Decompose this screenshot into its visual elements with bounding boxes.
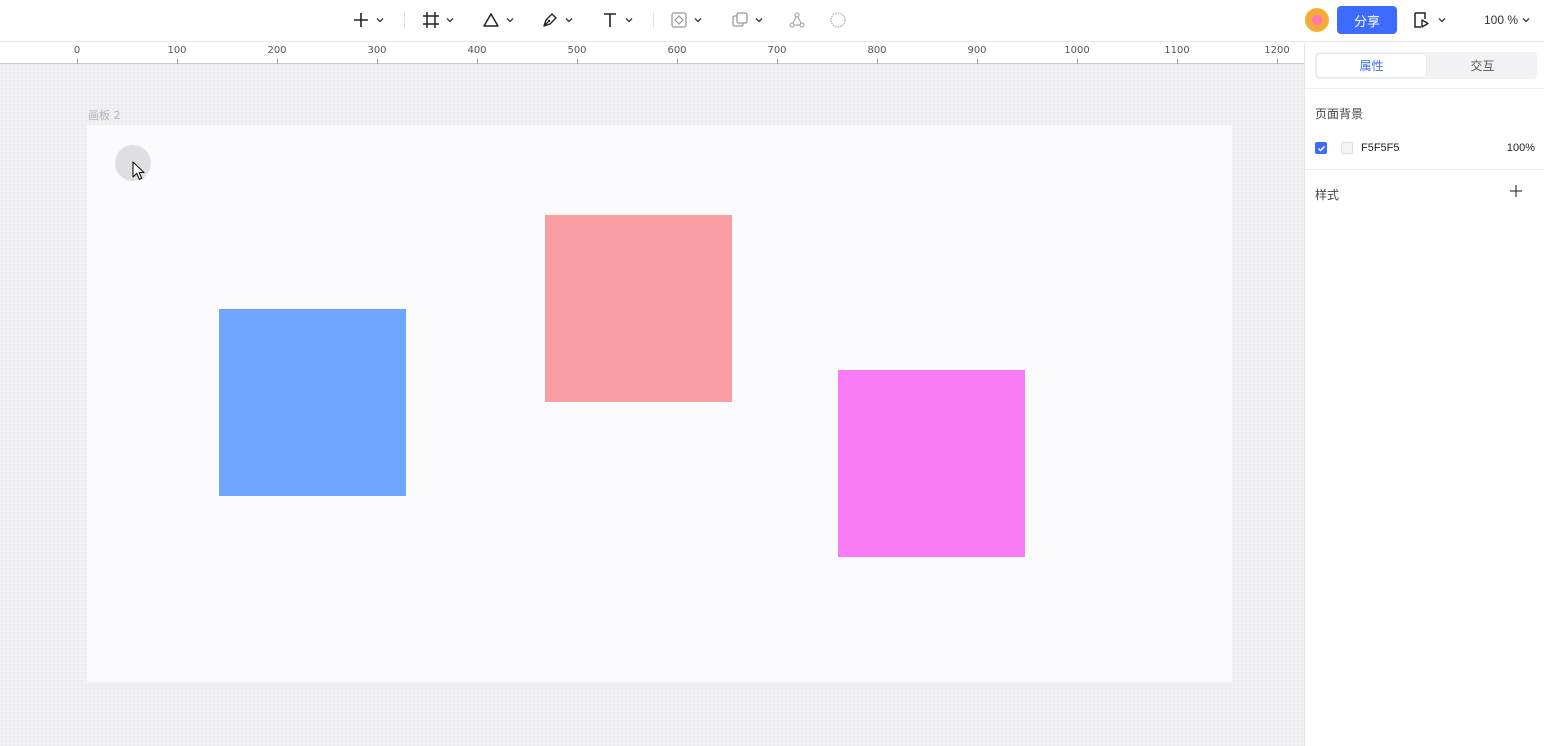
ruler-label: 900 <box>967 45 987 56</box>
tab-properties[interactable]: 属性 <box>1316 53 1427 78</box>
triangle-icon <box>483 13 499 27</box>
avatar[interactable] <box>1305 8 1329 32</box>
mouse-cursor-icon <box>132 161 145 180</box>
canvas-area[interactable]: 0 100 200 300 400 500 600 700 800 900 10… <box>0 43 1304 746</box>
chevron-down-icon <box>625 18 633 23</box>
ruler-label: 1200 <box>1264 45 1290 56</box>
panel-tabs: 属性 交互 <box>1315 52 1537 79</box>
boolean-icon <box>732 12 748 27</box>
pen-tool-button[interactable] <box>541 6 573 34</box>
background-hex-value[interactable]: F5F5F5 <box>1361 142 1461 154</box>
component-tool-button[interactable] <box>670 6 702 34</box>
ruler-tick: 200 <box>267 43 287 64</box>
add-style-plus-icon[interactable] <box>1508 183 1524 199</box>
mask-tool-button[interactable] <box>829 6 847 34</box>
magenta-rectangle[interactable] <box>838 370 1025 557</box>
ruler-label: 400 <box>467 45 487 56</box>
zoom-dropdown[interactable]: 100 % <box>1484 6 1530 34</box>
artboard-label[interactable]: 画板 2 <box>88 107 121 123</box>
text-icon <box>604 13 616 27</box>
style-section-title: 样式 <box>1315 188 1340 202</box>
ruler-tick: 900 <box>967 43 987 64</box>
ruler-tick: 400 <box>467 43 487 64</box>
ruler-label: 800 <box>867 45 887 56</box>
chevron-down-icon <box>1522 18 1530 23</box>
ruler-label: 1100 <box>1164 45 1190 56</box>
ruler-tick: 100 <box>167 43 187 64</box>
chevron-down-icon <box>755 18 763 23</box>
ruler-label: 0 <box>73 45 81 56</box>
chevron-down-icon <box>565 18 573 23</box>
properties-panel: 属性 交互 页面背景 F5F5F5 100% 样式 <box>1304 43 1544 746</box>
background-checkbox[interactable] <box>1315 142 1327 154</box>
ruler-tick: 500 <box>567 43 587 64</box>
chevron-down-icon <box>506 18 514 23</box>
ruler-tick: 1200 <box>1264 43 1290 64</box>
panel-divider <box>1305 169 1544 170</box>
design-editor: 分享 100 % 0 100 200 300 400 500 600 700 8… <box>0 0 1544 746</box>
plus-icon <box>354 13 368 27</box>
ruler-label: 1000 <box>1064 45 1090 56</box>
tab-interaction[interactable]: 交互 <box>1428 52 1537 79</box>
ruler-label: 700 <box>767 45 787 56</box>
check-icon <box>1317 145 1325 152</box>
ruler-tick: 0 <box>74 43 80 64</box>
pen-icon <box>543 13 557 27</box>
text-tool-button[interactable] <box>601 6 633 34</box>
chevron-down-icon <box>376 18 384 23</box>
toolbar-divider <box>404 12 405 28</box>
nodes-icon <box>789 12 805 28</box>
background-opacity-value[interactable]: 100% <box>1507 142 1535 154</box>
ruler-tick: 300 <box>367 43 387 64</box>
toolbar-divider <box>653 12 654 28</box>
ruler-label: 300 <box>367 45 387 56</box>
artboard[interactable] <box>87 125 1232 682</box>
preview-button[interactable] <box>1412 6 1446 34</box>
red-rectangle[interactable] <box>545 215 732 402</box>
ruler-label: 200 <box>267 45 287 56</box>
frame-icon <box>423 12 439 28</box>
ruler-tick: 700 <box>767 43 787 64</box>
ruler-tick: 800 <box>867 43 887 64</box>
shape-tool-button[interactable] <box>482 6 514 34</box>
page-background-title: 页面背景 <box>1315 107 1364 121</box>
blue-rectangle[interactable] <box>219 309 406 496</box>
panel-divider <box>1305 88 1544 89</box>
ruler-tick: 1100 <box>1164 43 1190 64</box>
ruler-tick: 1000 <box>1064 43 1090 64</box>
ruler-label: 600 <box>667 45 687 56</box>
boolean-tool-button[interactable] <box>731 6 763 34</box>
chevron-down-icon <box>1438 18 1446 23</box>
circle-icon <box>830 12 846 28</box>
ruler-label: 100 <box>167 45 187 56</box>
chevron-down-icon <box>694 18 702 23</box>
chevron-down-icon <box>446 18 454 23</box>
top-toolbar: 分享 100 % <box>0 0 1544 42</box>
play-preview-icon <box>1414 12 1429 28</box>
ruler-tick: 600 <box>667 43 687 64</box>
add-tool-button[interactable] <box>352 6 384 34</box>
background-color-swatch[interactable] <box>1341 142 1353 154</box>
ruler-label: 500 <box>567 45 587 56</box>
share-button[interactable]: 分享 <box>1337 6 1397 34</box>
page-background-row: F5F5F5 100% <box>1315 138 1537 158</box>
connect-tool-button[interactable] <box>788 6 806 34</box>
zoom-value: 100 % <box>1484 13 1519 27</box>
component-icon <box>671 12 687 28</box>
horizontal-ruler: 0 100 200 300 400 500 600 700 800 900 10… <box>0 43 1304 64</box>
frame-tool-button[interactable] <box>422 6 454 34</box>
